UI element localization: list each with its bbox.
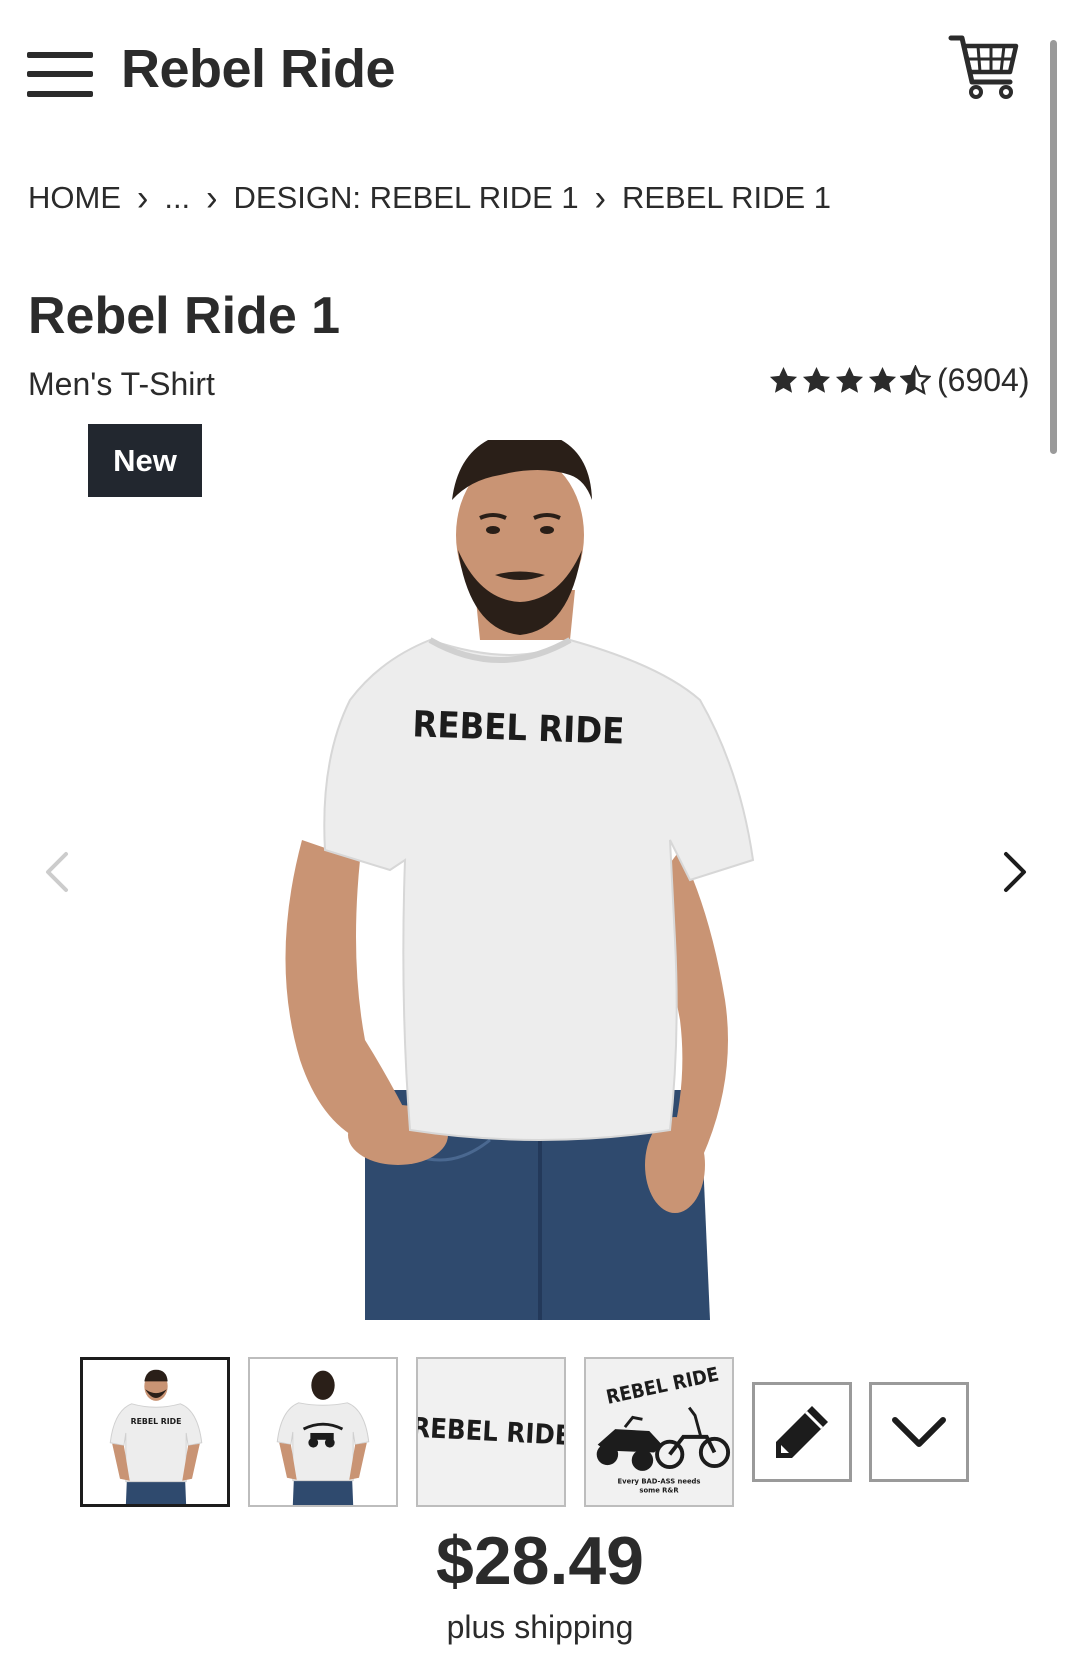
chevron-down-icon xyxy=(892,1417,946,1447)
more-views-button[interactable] xyxy=(869,1382,969,1482)
product-rating[interactable]: (6904) xyxy=(768,362,1030,399)
chevron-right-icon: › xyxy=(594,177,606,219)
star-half-icon xyxy=(900,365,931,396)
breadcrumb-home[interactable]: HOME xyxy=(28,180,121,216)
pencil-icon xyxy=(776,1406,828,1458)
product-price: $28.49 xyxy=(436,1523,644,1599)
shirt-print-text: REBEL RIDE xyxy=(412,704,625,752)
thumbnail-caption-line1: Every BAD-ASS needs xyxy=(618,1478,701,1486)
product-type: Men's T-Shirt xyxy=(28,366,215,402)
chevron-left-icon[interactable] xyxy=(40,848,74,896)
shipping-note: plus shipping xyxy=(446,1609,634,1645)
page-scrollbar[interactable] xyxy=(1050,40,1057,454)
new-badge: New xyxy=(88,424,202,497)
thumbnail-back-view[interactable] xyxy=(248,1357,398,1507)
star-full-icon xyxy=(835,366,864,393)
thumbnail-print-text: REBEL RIDE xyxy=(131,1417,182,1426)
breadcrumb-current: REBEL RIDE 1 xyxy=(621,180,831,215)
chevron-right-icon: › xyxy=(206,177,218,219)
brand-logo-text[interactable]: Rebel Ride xyxy=(121,38,396,100)
chevron-right-icon: › xyxy=(137,177,149,219)
product-main-image[interactable]: REBEL RIDE xyxy=(240,430,840,1320)
thumbnail-caption-line2: some R&R xyxy=(639,1486,679,1494)
breadcrumb-ellipsis[interactable]: ... xyxy=(164,180,190,216)
shopping-cart-icon[interactable] xyxy=(948,32,1020,102)
thumbnail-design-back[interactable]: REBEL RIDE Every BAD-ASS needs some R&R xyxy=(584,1357,734,1507)
product-title: Rebel Ride 1 xyxy=(28,287,341,345)
star-full-icon xyxy=(802,366,831,393)
breadcrumb: HOME › ... › DESIGN: REBEL RIDE 1 › REBE… xyxy=(28,177,831,219)
breadcrumb-design[interactable]: DESIGN: REBEL RIDE 1 xyxy=(234,180,579,216)
hamburger-menu-icon[interactable] xyxy=(27,50,93,102)
chevron-right-icon[interactable] xyxy=(998,848,1032,896)
star-full-icon xyxy=(769,366,798,393)
rating-count: (6904) xyxy=(937,362,1030,398)
thumbnail-design-front[interactable]: REBEL RIDE xyxy=(416,1357,566,1507)
star-full-icon xyxy=(868,366,897,393)
edit-design-button[interactable] xyxy=(752,1382,852,1482)
thumbnail-front-view[interactable]: REBEL RIDE xyxy=(80,1357,230,1507)
